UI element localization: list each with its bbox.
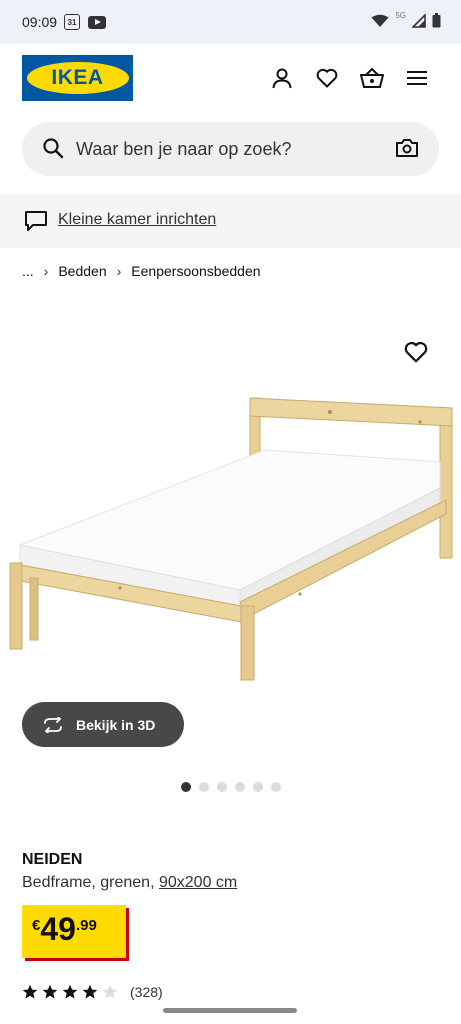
chevron-right-icon: › [116, 263, 122, 279]
product-name: NEIDEN [22, 851, 83, 868]
promo-link[interactable]: Kleine kamer inrichten [58, 211, 216, 229]
gallery-dot[interactable] [271, 782, 281, 792]
gallery-dot[interactable] [217, 782, 227, 792]
status-right-icons: 5G [371, 11, 441, 28]
product-type: Bedframe, grenen, [22, 874, 159, 891]
product-description: Bedframe, grenen, 90x200 cm [22, 874, 237, 892]
signal-icon [412, 13, 426, 28]
site-header: IKEA [0, 44, 461, 118]
add-to-favourites-button[interactable] [404, 341, 428, 368]
ikea-logo[interactable]: IKEA [22, 55, 133, 101]
status-bar: 09:09 31 5G [0, 0, 461, 44]
breadcrumb-item-ellipsis[interactable]: ... [22, 263, 34, 279]
product-image[interactable] [0, 380, 461, 690]
status-time: 09:09 [22, 14, 58, 30]
star-empty-icon [102, 984, 118, 1000]
review-count: (328) [130, 984, 163, 1000]
speech-bubble-icon [24, 210, 48, 237]
wifi-icon [371, 14, 389, 27]
gallery-pagination [181, 782, 281, 792]
view-in-3d-button[interactable]: Bekijk in 3D [22, 702, 184, 747]
chevron-right-icon: › [43, 263, 49, 279]
product-rating[interactable]: (328) [22, 984, 163, 1000]
youtube-icon [88, 15, 106, 29]
view-in-3d-label: Bekijk in 3D [76, 716, 156, 733]
rotate-3d-icon [42, 716, 64, 733]
price-decimal: .99 [75, 917, 97, 934]
account-icon[interactable] [270, 66, 294, 90]
logo-ellipse: IKEA [26, 62, 129, 94]
breadcrumb: ... › Bedden › Eenpersoonsbedden [22, 263, 261, 279]
star-filled-icon [62, 984, 78, 1000]
product-size-link[interactable]: 90x200 cm [159, 874, 237, 891]
gallery-dot[interactable] [235, 782, 245, 792]
search-input[interactable]: Waar ben je naar op zoek? [76, 139, 291, 160]
breadcrumb-item-eenpersoonsbedden[interactable]: Eenpersoonsbedden [131, 263, 260, 279]
battery-icon [432, 13, 441, 28]
star-filled-icon [42, 984, 58, 1000]
logo-text: IKEA [51, 66, 104, 89]
price-currency: € [32, 917, 41, 934]
search-bar[interactable]: Waar ben je naar op zoek? [22, 122, 439, 176]
star-filled-icon [22, 984, 38, 1000]
gallery-dot[interactable] [253, 782, 263, 792]
star-filled-icon [82, 984, 98, 1000]
menu-icon[interactable] [405, 66, 429, 90]
promo-banner[interactable]: Kleine kamer inrichten [0, 194, 461, 248]
breadcrumb-item-bedden[interactable]: Bedden [58, 263, 106, 279]
basket-icon[interactable] [360, 66, 384, 90]
price-integer: 49 [40, 911, 76, 947]
home-indicator[interactable] [163, 1008, 297, 1013]
calendar-icon: 31 [64, 14, 80, 30]
gallery-dot[interactable] [199, 782, 209, 792]
heart-icon [404, 341, 428, 363]
search-icon [42, 137, 64, 164]
camera-search-icon[interactable] [395, 137, 419, 164]
status-left-icons: 31 [64, 14, 106, 30]
network-type: 5G [395, 11, 406, 20]
gallery-dot[interactable] [181, 782, 191, 792]
price-tag: € 49 .99 [22, 905, 126, 958]
favourites-icon[interactable] [315, 66, 339, 90]
